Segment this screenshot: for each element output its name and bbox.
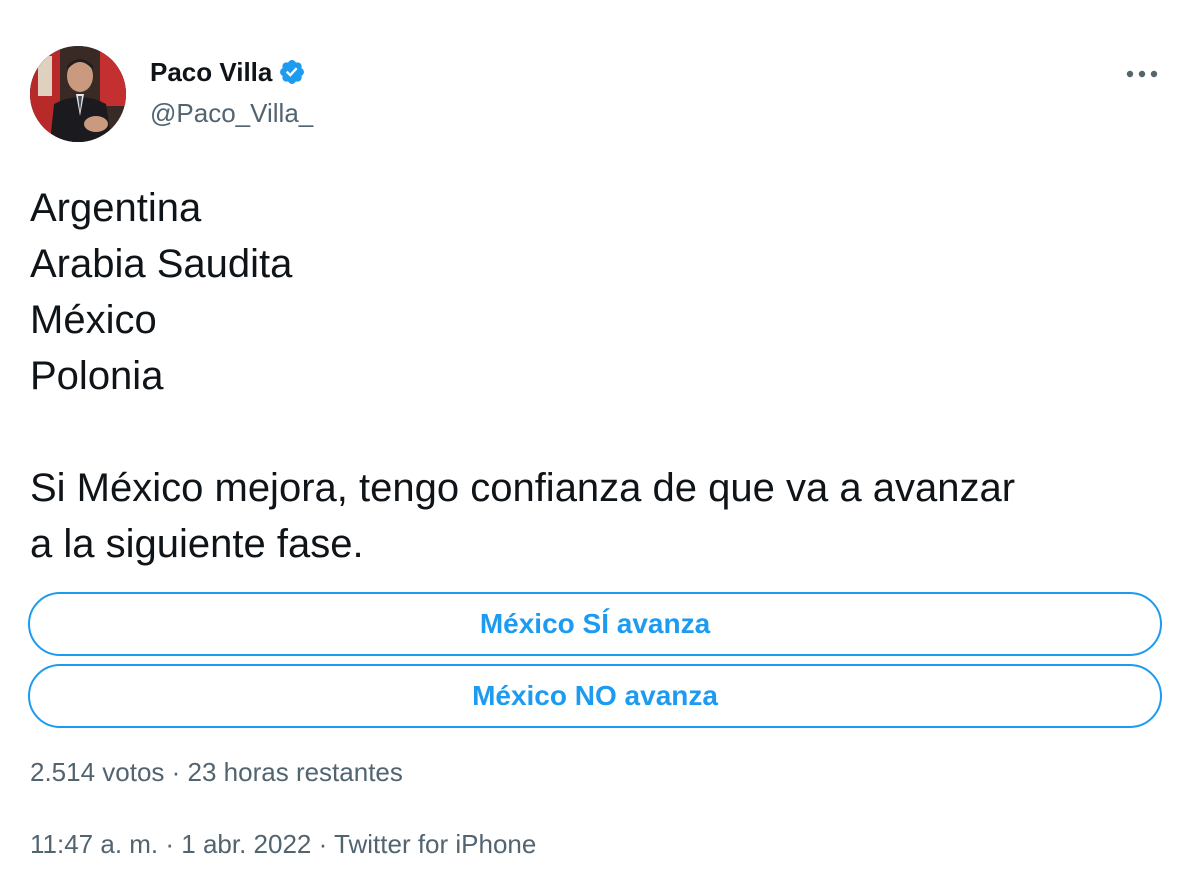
avatar[interactable] [30,46,126,142]
poll-meta: 2.514 votos · 23 horas restantes [30,757,403,787]
tweet-time: 11:47 a. m. [30,829,159,859]
display-name[interactable]: Paco Villa [150,55,272,89]
tweet-card: Paco Villa @Paco_Villa_ Argentina Arabia… [0,0,1200,892]
tweet-date: 1 abr. 2022 [181,829,312,859]
poll-option-no[interactable]: México NO avanza [28,664,1162,728]
tweet-line: México [30,298,157,342]
more-horizontal-icon [1126,70,1158,78]
tweet-line: Arabia Saudita [30,242,293,286]
tweet-paragraph-line: a la siguiente fase. [30,522,364,566]
tweet-time-link[interactable]: 11:47 a. m. · 1 abr. 2022 [30,829,311,859]
separator: · [158,829,182,859]
separator: · [311,829,335,859]
tweet-line: Argentina [30,186,202,230]
timestamp-row: 11:47 a. m. · 1 abr. 2022 · Twitter for … [30,826,536,862]
verified-badge-icon [278,58,306,86]
poll-option-yes[interactable]: México SÍ avanza [28,592,1162,656]
tweet-line: Polonia [30,354,164,398]
author-name-row: Paco Villa [150,55,306,89]
tweet-source-link[interactable]: Twitter for iPhone [334,829,536,859]
poll: México SÍ avanza México NO avanza [28,592,1162,736]
tweet-text: Argentina Arabia Saudita México Polonia … [30,180,1180,572]
tweet-paragraph-line: Si México mejora, tengo confianza de que… [30,466,1016,510]
more-options-button[interactable] [1112,54,1172,94]
profile-photo [30,46,126,142]
author-handle[interactable]: @Paco_Villa_ [150,96,313,130]
